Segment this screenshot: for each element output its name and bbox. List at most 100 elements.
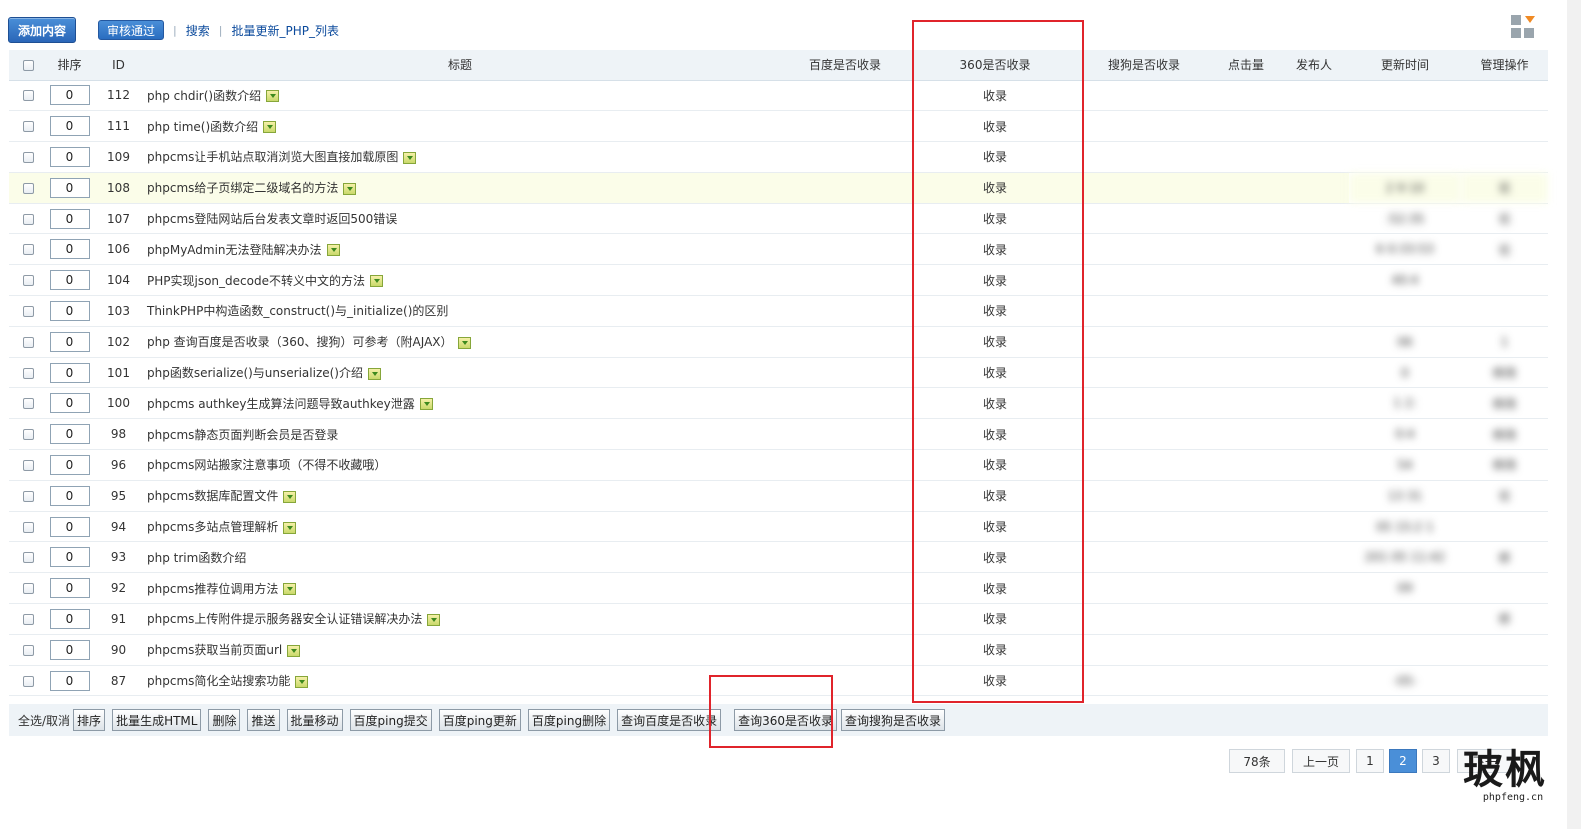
row-title-link[interactable]: phpcms静态页面判断会员是否登录 <box>147 428 338 442</box>
search-link[interactable]: 搜索 <box>186 22 210 39</box>
audit-pass-button[interactable]: 审核通过 <box>98 20 165 40</box>
row-manage[interactable] <box>1461 511 1548 543</box>
row-checkbox-cell[interactable] <box>9 634 47 666</box>
sort-button[interactable]: 排序 <box>73 709 106 731</box>
row-checkbox-cell[interactable] <box>9 511 47 543</box>
order-input[interactable] <box>49 331 90 352</box>
row-checkbox[interactable] <box>22 151 34 163</box>
row-checkbox[interactable] <box>22 275 34 287</box>
order-input[interactable] <box>49 639 90 660</box>
row-checkbox-cell[interactable] <box>9 603 47 635</box>
row-title-link[interactable]: php time()函数介绍 <box>147 120 258 134</box>
row-title-link[interactable]: phpcms获取当前页面url <box>147 643 282 657</box>
check-sogou-index-button[interactable]: 查询搜狗是否收录 <box>841 709 946 731</box>
table-row[interactable]: 103ThinkPHP中构造函数_construct()与_initialize… <box>9 295 1548 327</box>
row-manage[interactable]: 修改 <box>1461 387 1548 420</box>
row-checkbox-cell[interactable] <box>9 172 47 204</box>
row-checkbox-cell[interactable] <box>9 418 47 451</box>
table-row[interactable]: 92phpcms推荐位调用方法 收录 09 <box>9 572 1548 605</box>
order-input[interactable] <box>49 85 90 106</box>
order-input[interactable] <box>49 177 90 198</box>
row-checkbox[interactable] <box>22 675 34 687</box>
order-input[interactable] <box>49 608 90 629</box>
table-row[interactable]: 91phpcms上传附件提示服务器安全认证错误解决办法 收录 修 <box>9 603 1548 635</box>
row-title-link[interactable]: phpcms登陆网站后台发表文章时返回500错误 <box>147 212 397 226</box>
row-title-link[interactable]: phpcms给子页绑定二级域名的方法 <box>147 181 338 195</box>
row-manage[interactable]: 修改 <box>1461 449 1548 481</box>
row-checkbox-cell[interactable] <box>9 572 47 605</box>
table-row[interactable]: 90phpcms获取当前页面url 收录 <box>9 634 1548 666</box>
row-title-link[interactable]: ThinkPHP中构造函数_construct()与_initialize()的… <box>147 304 448 318</box>
select-all-toggle[interactable]: 全选/取消 <box>18 712 70 729</box>
row-title-link[interactable]: phpcms多站点管理解析 <box>147 520 278 534</box>
row-title-link[interactable]: php 查询百度是否收录（360、搜狗）可参考（附AJAX） <box>147 335 453 349</box>
row-title-link[interactable]: phpcms上传附件提示服务器安全认证错误解决办法 <box>147 612 422 626</box>
delete-button[interactable]: 删除 <box>208 709 241 731</box>
row-manage[interactable]: 修 <box>1461 541 1548 574</box>
baidu-ping-update-button[interactable]: 百度ping更新 <box>438 709 521 731</box>
order-input[interactable] <box>49 393 90 414</box>
row-checkbox[interactable] <box>22 644 34 656</box>
pager-page-3[interactable]: 3 <box>1422 749 1450 773</box>
row-checkbox[interactable] <box>22 213 34 225</box>
order-input[interactable] <box>49 516 90 537</box>
table-row[interactable]: 107phpcms登陆网站后台发表文章时返回500错误 收录:52:35论 <box>9 203 1548 235</box>
pager-page-2[interactable]: 2 <box>1389 749 1417 773</box>
row-checkbox-cell[interactable] <box>9 665 47 697</box>
row-checkbox[interactable] <box>22 244 34 256</box>
table-row[interactable]: 94phpcms多站点管理解析 收录 05 15:2 1 <box>9 511 1548 543</box>
order-input[interactable] <box>49 300 90 321</box>
check-baidu-index-button[interactable]: 查询百度是否收录 <box>617 709 722 731</box>
row-checkbox[interactable] <box>22 429 34 441</box>
row-manage[interactable]: 论 <box>1461 233 1548 266</box>
order-input[interactable] <box>49 670 90 691</box>
row-checkbox[interactable] <box>22 398 34 410</box>
row-title-link[interactable]: phpcms authkey生成算法问题导致authkey泄露 <box>147 397 415 411</box>
row-checkbox-cell[interactable] <box>9 80 47 112</box>
row-title-link[interactable]: phpcms推荐位调用方法 <box>147 582 278 596</box>
row-manage[interactable]: 修改 <box>1461 357 1548 389</box>
row-checkbox[interactable] <box>22 583 34 595</box>
pager-page-1[interactable]: 1 <box>1356 749 1384 773</box>
order-input[interactable] <box>49 208 90 229</box>
table-row[interactable]: 109phpcms让手机站点取消浏览大图直接加载原图 收录 <box>9 141 1548 173</box>
table-row[interactable]: 106phpMyAdmin无法登陆解决办法 收录 6 0:33:53论 <box>9 233 1548 266</box>
row-checkbox-cell[interactable] <box>9 233 47 266</box>
row-manage[interactable]: 修改 <box>1461 418 1548 451</box>
row-checkbox[interactable] <box>22 459 34 471</box>
row-title-link[interactable]: phpcms简化全站搜索功能 <box>147 674 290 688</box>
row-checkbox[interactable] <box>22 182 34 194</box>
row-checkbox-cell[interactable] <box>9 326 47 358</box>
row-checkbox[interactable] <box>22 552 34 564</box>
order-input[interactable] <box>49 116 90 137</box>
row-title-link[interactable]: phpMyAdmin无法登陆解决办法 <box>147 243 322 257</box>
row-manage[interactable] <box>1461 264 1548 297</box>
order-input[interactable] <box>49 239 90 260</box>
row-checkbox-cell[interactable] <box>9 480 47 512</box>
row-checkbox-cell[interactable] <box>9 110 47 143</box>
row-checkbox-cell[interactable] <box>9 449 47 481</box>
table-row[interactable]: 93php trim函数介绍 收录 201 05 11:42修 <box>9 541 1548 574</box>
batch-update-link[interactable]: 批量更新_PHP_列表 <box>231 22 339 39</box>
row-manage[interactable] <box>1461 634 1548 666</box>
row-title-link[interactable]: php trim函数介绍 <box>147 551 246 565</box>
row-checkbox[interactable] <box>22 367 34 379</box>
row-checkbox[interactable] <box>22 305 34 317</box>
row-checkbox-cell[interactable] <box>9 141 47 173</box>
order-input[interactable] <box>49 485 90 506</box>
pager-prev-button[interactable]: 上一页 <box>1292 749 1350 773</box>
row-manage[interactable] <box>1461 110 1548 143</box>
row-manage[interactable] <box>1461 141 1548 173</box>
row-title-link[interactable]: php函数serialize()与unserialize()介绍 <box>147 366 363 380</box>
push-button[interactable]: 推送 <box>247 709 280 731</box>
layout-grid-icon[interactable] <box>1511 15 1535 39</box>
batch-move-button[interactable]: 批量移动 <box>286 709 343 731</box>
order-input[interactable] <box>49 424 90 445</box>
table-row[interactable]: 104PHP实现json_decode不转义中文的方法 收录 40:4 <box>9 264 1548 297</box>
row-title-link[interactable]: php chdir()函数介绍 <box>147 89 261 103</box>
table-row[interactable]: 101php函数serialize()与unserialize()介绍 收录 0修改 <box>9 357 1548 389</box>
row-checkbox-cell[interactable] <box>9 203 47 235</box>
table-row[interactable]: 112php chdir()函数介绍 收录 <box>9 80 1548 112</box>
row-title-link[interactable]: phpcms让手机站点取消浏览大图直接加载原图 <box>147 150 398 164</box>
order-input[interactable] <box>49 270 90 291</box>
